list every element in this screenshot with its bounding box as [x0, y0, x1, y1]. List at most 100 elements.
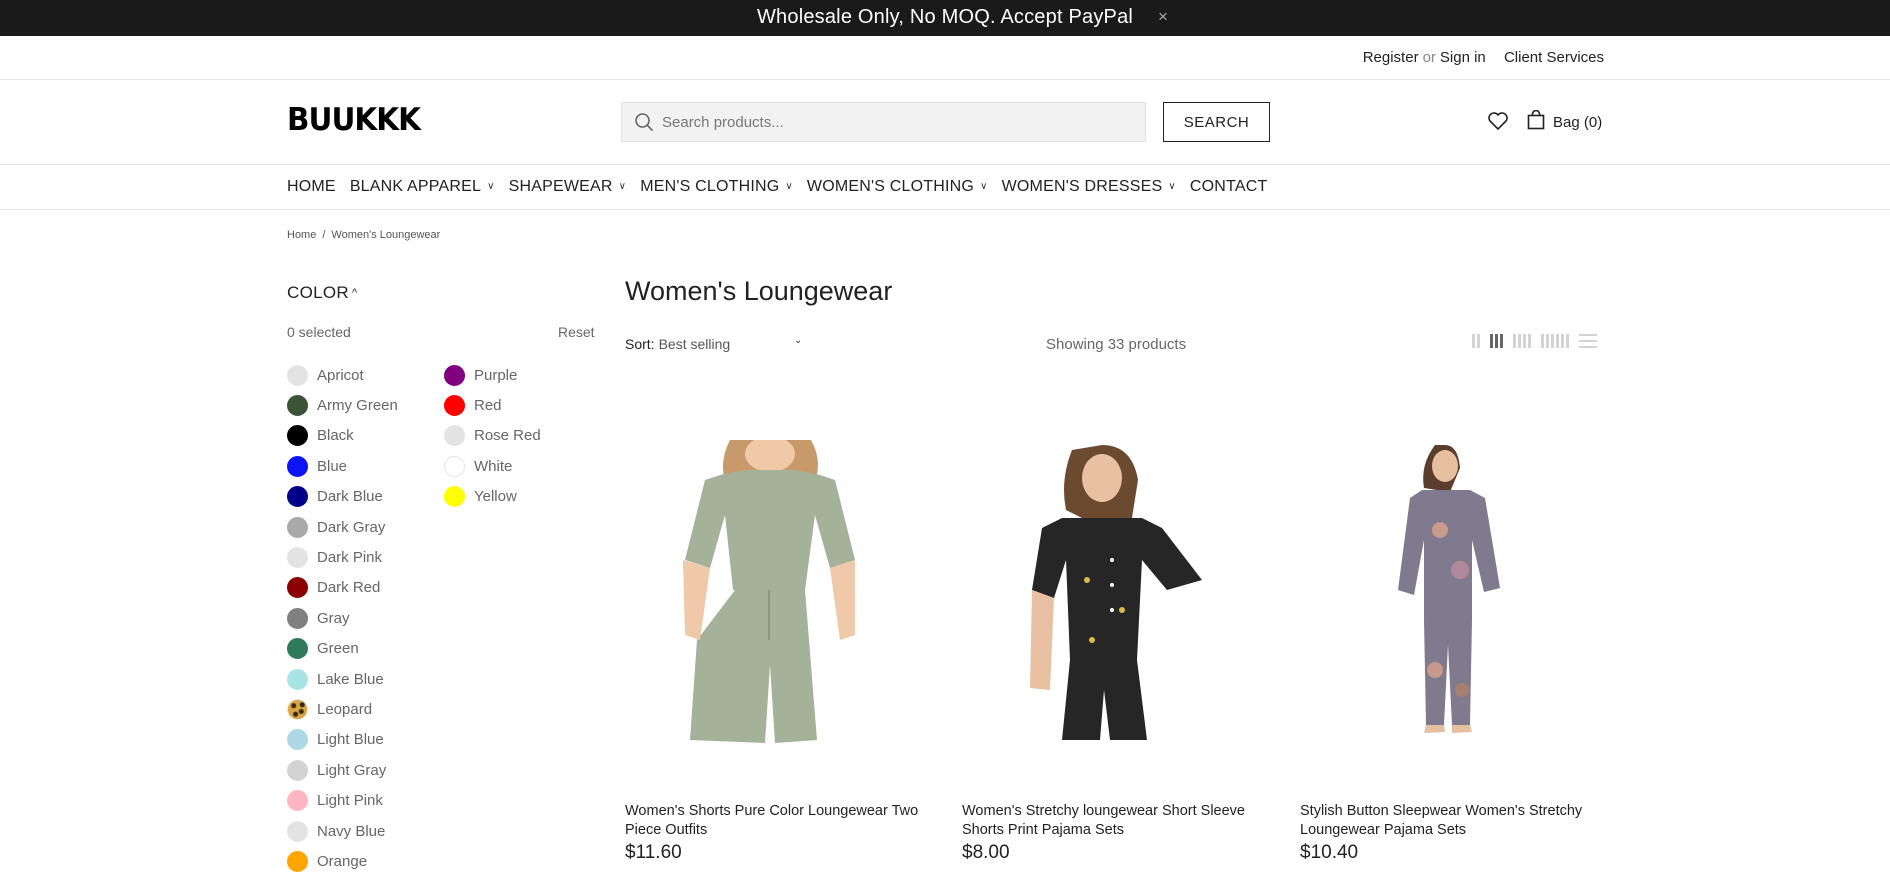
color-swatch	[444, 425, 465, 447]
color-label: Lake Blue	[317, 670, 384, 688]
or-text: or	[1422, 49, 1436, 66]
client-services-link[interactable]: Client Services	[1504, 49, 1604, 66]
color-option[interactable]: Purple	[444, 360, 541, 390]
color-swatch	[444, 486, 465, 508]
color-option[interactable]: Light Blue	[287, 725, 398, 755]
product-image[interactable]	[625, 436, 925, 743]
color-label: Dark Red	[317, 579, 381, 597]
nav-item-shapewear[interactable]: SHAPEWEAR ∨	[509, 178, 627, 196]
search-icon	[635, 113, 653, 131]
breadcrumb-separator: /	[322, 229, 326, 241]
color-swatch	[444, 395, 465, 417]
color-swatch	[287, 547, 308, 569]
color-list-1: Apricot Army Green Black Blue Dark Blue Dark …	[287, 360, 398, 872]
nav-item-women-s-dresses[interactable]: WOMEN'S DRESSES ∨	[1002, 178, 1176, 196]
product-image[interactable]	[962, 440, 1262, 743]
filter-selected-count: 0 selected	[287, 324, 351, 340]
color-filter-title: COLOR	[287, 283, 349, 302]
grid-3-icon[interactable]	[1490, 334, 1503, 348]
color-option[interactable]: Green	[287, 634, 398, 664]
color-option[interactable]: Yellow	[444, 482, 541, 512]
color-option[interactable]: Dark Blue	[287, 482, 398, 512]
grid-2-icon[interactable]	[1472, 334, 1480, 348]
filter-reset-button[interactable]: Reset	[558, 324, 595, 340]
color-filter-toggle[interactable]: COLOR ^	[287, 283, 357, 303]
register-link[interactable]: Register	[1363, 49, 1419, 66]
nav-item-contact[interactable]: CONTACT	[1190, 178, 1268, 196]
chevron-down-icon: ∨	[618, 181, 627, 192]
nav-item-home[interactable]: HOME	[287, 178, 336, 196]
color-option[interactable]: Light Gray	[287, 755, 398, 785]
color-label: Dark Gray	[317, 518, 386, 536]
product-card[interactable]: Women's Stretchy loungewear Short Sleeve…	[962, 440, 1262, 863]
color-option[interactable]: Black	[287, 421, 398, 451]
color-label: Light Pink	[317, 792, 383, 810]
sort-label: Sort:	[625, 336, 655, 352]
logo[interactable]: BUUKKK	[287, 102, 421, 138]
color-swatch	[287, 486, 308, 508]
grid-4-icon[interactable]	[1513, 334, 1531, 348]
color-label: Red	[474, 397, 502, 415]
color-option[interactable]: Leopard	[287, 694, 398, 724]
product-card[interactable]: Stylish Button Sleepwear Women's Stretch…	[1300, 440, 1600, 863]
color-swatch	[287, 425, 308, 447]
product-name[interactable]: Stylish Button Sleepwear Women's Stretch…	[1300, 802, 1600, 840]
color-label: Light Blue	[317, 731, 384, 749]
color-option[interactable]: Apricot	[287, 360, 398, 390]
nav-item-blank-apparel[interactable]: BLANK APPAREL ∨	[350, 178, 495, 196]
breadcrumb-current: Women's Loungewear	[331, 229, 441, 241]
color-option[interactable]: Light Pink	[287, 785, 398, 815]
heart-icon[interactable]	[1487, 111, 1509, 131]
color-swatch	[287, 759, 308, 781]
color-label: Navy Blue	[317, 822, 386, 840]
color-label: Blue	[317, 457, 348, 475]
search-button[interactable]: SEARCH	[1163, 102, 1270, 142]
color-option[interactable]: Dark Red	[287, 573, 398, 603]
color-option[interactable]: Lake Blue	[287, 664, 398, 694]
color-swatch	[287, 850, 308, 872]
color-option[interactable]: Rose Red	[444, 421, 541, 451]
color-option[interactable]: Dark Gray	[287, 512, 398, 542]
color-option[interactable]: Army Green	[287, 390, 398, 420]
sort-select[interactable]: Sort: Best selling ⌄	[625, 335, 802, 352]
color-swatch	[287, 698, 308, 720]
color-option[interactable]: Red	[444, 390, 541, 420]
color-option[interactable]: Dark Pink	[287, 542, 398, 572]
bag-icon	[1527, 109, 1545, 130]
color-label: Light Gray	[317, 761, 387, 779]
color-swatch	[287, 668, 308, 690]
search-box	[621, 102, 1146, 142]
nav-item-label: HOME	[287, 178, 336, 195]
site-header: BUUKKK SEARCH Bag (0)	[0, 80, 1890, 165]
product-name[interactable]: Women's Stretchy loungewear Short Sleeve…	[962, 802, 1262, 840]
product-name[interactable]: Women's Shorts Pure Color Loungewear Two…	[625, 802, 925, 840]
announcement-bar: Wholesale Only, No MOQ. Accept PayPal ×	[0, 0, 1890, 36]
color-option[interactable]: White	[444, 451, 541, 481]
color-label: Apricot	[317, 366, 364, 384]
color-swatch	[444, 364, 465, 386]
color-option[interactable]: Blue	[287, 451, 398, 481]
close-icon[interactable]: ×	[1158, 7, 1168, 27]
product-card[interactable]: Women's Shorts Pure Color Loungewear Two…	[625, 436, 925, 863]
nav-item-men-s-clothing[interactable]: MEN'S CLOTHING ∨	[640, 178, 793, 196]
color-label: Dark Pink	[317, 549, 383, 567]
list-view-icon[interactable]	[1579, 334, 1597, 348]
color-label: Yellow	[474, 488, 517, 506]
breadcrumb-home[interactable]: Home	[287, 229, 316, 241]
main-nav: HOME BLANK APPAREL ∨ SHAPEWEAR ∨ MEN'S CLOTHI…	[0, 165, 1890, 210]
nav-item-women-s-clothing[interactable]: WOMEN'S CLOTHING ∨	[807, 178, 988, 196]
signin-link[interactable]: Sign in	[1440, 49, 1486, 66]
color-option[interactable]: Gray	[287, 603, 398, 633]
chevron-down-icon: ∨	[785, 181, 793, 192]
color-label: Green	[317, 640, 359, 658]
product-count: Showing 33 products	[1046, 336, 1187, 353]
color-option[interactable]: Orange	[287, 846, 398, 872]
nav-item-label: WOMEN'S CLOTHING	[806, 178, 975, 195]
grid-6-icon[interactable]	[1541, 334, 1569, 348]
bag-button[interactable]: Bag (0)	[1527, 109, 1602, 131]
color-option[interactable]: Navy Blue	[287, 816, 398, 846]
nav-item-label: BLANK APPAREL	[349, 178, 482, 195]
search-input[interactable]	[662, 103, 1132, 141]
product-image[interactable]	[1300, 440, 1600, 743]
color-label: Black	[317, 427, 354, 445]
